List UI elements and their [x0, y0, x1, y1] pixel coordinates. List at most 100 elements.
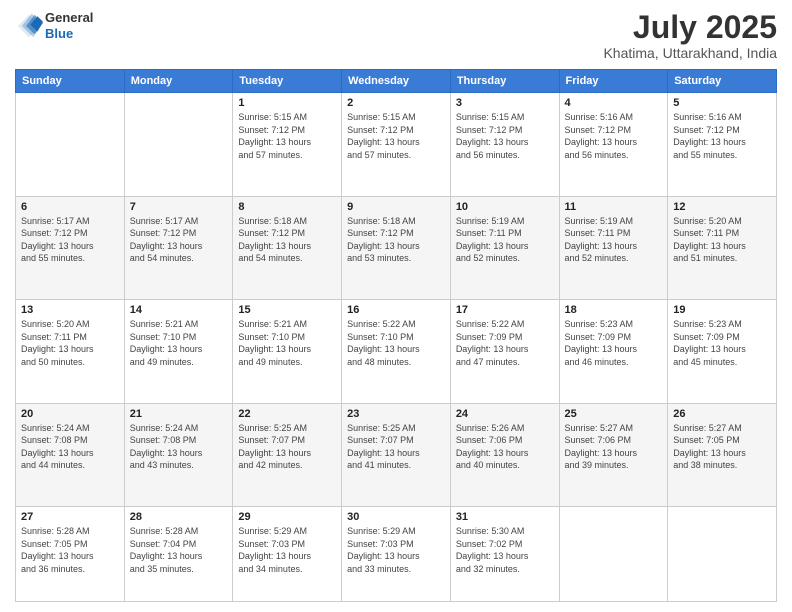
col-header-tuesday: Tuesday: [233, 70, 342, 93]
day-info: Sunrise: 5:23 AM Sunset: 7:09 PM Dayligh…: [565, 318, 663, 368]
day-number: 7: [130, 201, 228, 213]
day-info: Sunrise: 5:18 AM Sunset: 7:12 PM Dayligh…: [238, 215, 336, 265]
calendar-cell: 15Sunrise: 5:21 AM Sunset: 7:10 PM Dayli…: [233, 300, 342, 403]
calendar-cell: 10Sunrise: 5:19 AM Sunset: 7:11 PM Dayli…: [450, 196, 559, 299]
day-info: Sunrise: 5:15 AM Sunset: 7:12 PM Dayligh…: [347, 111, 445, 161]
calendar-cell: 9 Sunrise: 5:18 AM Sunset: 7:12 PM Daylig…: [342, 196, 451, 299]
day-info: Sunrise: 5:24 AM Sunset: 7:08 PM Dayligh…: [21, 422, 119, 472]
day-info: Sunrise: 5:15 AM Sunset: 7:12 PM Dayligh…: [456, 111, 554, 161]
calendar-cell: 7 Sunrise: 5:17 AM Sunset: 7:12 PM Daylig…: [124, 196, 233, 299]
day-info: Sunrise: 5:21 AM Sunset: 7:10 PM Dayligh…: [130, 318, 228, 368]
calendar-cell: 20 Sunrise: 5:24 AM Sunset: 7:08 PM Dayli…: [16, 403, 125, 506]
calendar: SundayMondayTuesdayWednesdayThursdayFrid…: [15, 69, 777, 602]
week-row-2: 6 Sunrise: 5:17 AM Sunset: 7:12 PM Daylig…: [16, 196, 777, 299]
calendar-cell: [16, 93, 125, 196]
day-info: Sunrise: 5:18 AM Sunset: 7:12 PM Dayligh…: [347, 215, 445, 265]
calendar-cell: 1 Sunrise: 5:15 AM Sunset: 7:12 PM Daylig…: [233, 93, 342, 196]
calendar-cell: 12Sunrise: 5:20 AM Sunset: 7:11 PM Dayli…: [668, 196, 777, 299]
title-block: July 2025 Khatima, Uttarakhand, India: [603, 10, 777, 61]
col-header-saturday: Saturday: [668, 70, 777, 93]
day-number: 31: [456, 511, 554, 523]
day-info: Sunrise: 5:20 AM Sunset: 7:11 PM Dayligh…: [673, 215, 771, 265]
col-header-thursday: Thursday: [450, 70, 559, 93]
calendar-cell: [559, 507, 668, 602]
calendar-cell: 5Sunrise: 5:16 AM Sunset: 7:12 PM Daylig…: [668, 93, 777, 196]
day-number: 22: [238, 408, 336, 420]
day-number: 20: [21, 408, 119, 420]
day-number: 2: [347, 97, 445, 109]
calendar-cell: 29 Sunrise: 5:29 AM Sunset: 7:03 PM Dayli…: [233, 507, 342, 602]
day-number: 18: [565, 304, 663, 316]
calendar-cell: 22 Sunrise: 5:25 AM Sunset: 7:07 PM Dayli…: [233, 403, 342, 506]
day-info: Sunrise: 5:26 AM Sunset: 7:06 PM Dayligh…: [456, 422, 554, 472]
day-info: Sunrise: 5:17 AM Sunset: 7:12 PM Dayligh…: [130, 215, 228, 265]
day-info: Sunrise: 5:22 AM Sunset: 7:10 PM Dayligh…: [347, 318, 445, 368]
day-number: 19: [673, 304, 771, 316]
calendar-cell: 17Sunrise: 5:22 AM Sunset: 7:09 PM Dayli…: [450, 300, 559, 403]
day-info: Sunrise: 5:25 AM Sunset: 7:07 PM Dayligh…: [238, 422, 336, 472]
day-number: 27: [21, 511, 119, 523]
day-info: Sunrise: 5:24 AM Sunset: 7:08 PM Dayligh…: [130, 422, 228, 472]
calendar-cell: 4Sunrise: 5:16 AM Sunset: 7:12 PM Daylig…: [559, 93, 668, 196]
day-number: 8: [238, 201, 336, 213]
logo-text: General Blue: [45, 10, 93, 41]
day-number: 26: [673, 408, 771, 420]
day-info: Sunrise: 5:27 AM Sunset: 7:06 PM Dayligh…: [565, 422, 663, 472]
col-header-friday: Friday: [559, 70, 668, 93]
calendar-cell: 21 Sunrise: 5:24 AM Sunset: 7:08 PM Dayli…: [124, 403, 233, 506]
calendar-cell: 6Sunrise: 5:17 AM Sunset: 7:12 PM Daylig…: [16, 196, 125, 299]
calendar-cell: 2 Sunrise: 5:15 AM Sunset: 7:12 PM Daylig…: [342, 93, 451, 196]
calendar-cell: 26Sunrise: 5:27 AM Sunset: 7:05 PM Dayli…: [668, 403, 777, 506]
calendar-cell: 30Sunrise: 5:29 AM Sunset: 7:03 PM Dayli…: [342, 507, 451, 602]
col-header-sunday: Sunday: [16, 70, 125, 93]
calendar-cell: 23Sunrise: 5:25 AM Sunset: 7:07 PM Dayli…: [342, 403, 451, 506]
day-number: 6: [21, 201, 119, 213]
day-number: 24: [456, 408, 554, 420]
day-number: 13: [21, 304, 119, 316]
main-title: July 2025: [603, 10, 777, 45]
calendar-cell: [124, 93, 233, 196]
page: General Blue July 2025 Khatima, Uttarakh…: [0, 0, 792, 612]
logo-line1: General: [45, 10, 93, 26]
week-row-3: 13Sunrise: 5:20 AM Sunset: 7:11 PM Dayli…: [16, 300, 777, 403]
calendar-cell: 31 Sunrise: 5:30 AM Sunset: 7:02 PM Dayli…: [450, 507, 559, 602]
day-info: Sunrise: 5:19 AM Sunset: 7:11 PM Dayligh…: [565, 215, 663, 265]
day-number: 23: [347, 408, 445, 420]
week-row-4: 20 Sunrise: 5:24 AM Sunset: 7:08 PM Dayli…: [16, 403, 777, 506]
calendar-cell: 3 Sunrise: 5:15 AM Sunset: 7:12 PM Daylig…: [450, 93, 559, 196]
day-info: Sunrise: 5:28 AM Sunset: 7:05 PM Dayligh…: [21, 525, 119, 575]
calendar-cell: 24 Sunrise: 5:26 AM Sunset: 7:06 PM Dayli…: [450, 403, 559, 506]
day-info: Sunrise: 5:29 AM Sunset: 7:03 PM Dayligh…: [238, 525, 336, 575]
day-number: 29: [238, 511, 336, 523]
col-header-monday: Monday: [124, 70, 233, 93]
day-info: Sunrise: 5:30 AM Sunset: 7:02 PM Dayligh…: [456, 525, 554, 575]
logo-icon: [15, 12, 43, 40]
calendar-cell: 18 Sunrise: 5:23 AM Sunset: 7:09 PM Dayli…: [559, 300, 668, 403]
day-info: Sunrise: 5:15 AM Sunset: 7:12 PM Dayligh…: [238, 111, 336, 161]
header: General Blue July 2025 Khatima, Uttarakh…: [15, 10, 777, 61]
day-info: Sunrise: 5:21 AM Sunset: 7:10 PM Dayligh…: [238, 318, 336, 368]
day-number: 3: [456, 97, 554, 109]
calendar-cell: 14Sunrise: 5:21 AM Sunset: 7:10 PM Dayli…: [124, 300, 233, 403]
day-number: 21: [130, 408, 228, 420]
day-number: 5: [673, 97, 771, 109]
day-number: 28: [130, 511, 228, 523]
day-number: 10: [456, 201, 554, 213]
sub-title: Khatima, Uttarakhand, India: [603, 45, 777, 61]
calendar-cell: 16 Sunrise: 5:22 AM Sunset: 7:10 PM Dayli…: [342, 300, 451, 403]
col-header-wednesday: Wednesday: [342, 70, 451, 93]
day-info: Sunrise: 5:28 AM Sunset: 7:04 PM Dayligh…: [130, 525, 228, 575]
calendar-cell: [668, 507, 777, 602]
day-number: 25: [565, 408, 663, 420]
calendar-cell: 19Sunrise: 5:23 AM Sunset: 7:09 PM Dayli…: [668, 300, 777, 403]
day-info: Sunrise: 5:29 AM Sunset: 7:03 PM Dayligh…: [347, 525, 445, 575]
day-number: 16: [347, 304, 445, 316]
week-row-1: 1 Sunrise: 5:15 AM Sunset: 7:12 PM Daylig…: [16, 93, 777, 196]
week-row-5: 27 Sunrise: 5:28 AM Sunset: 7:05 PM Dayli…: [16, 507, 777, 602]
day-number: 1: [238, 97, 336, 109]
calendar-cell: 11Sunrise: 5:19 AM Sunset: 7:11 PM Dayli…: [559, 196, 668, 299]
calendar-cell: 8 Sunrise: 5:18 AM Sunset: 7:12 PM Daylig…: [233, 196, 342, 299]
calendar-cell: 28 Sunrise: 5:28 AM Sunset: 7:04 PM Dayli…: [124, 507, 233, 602]
day-number: 4: [565, 97, 663, 109]
day-number: 9: [347, 201, 445, 213]
